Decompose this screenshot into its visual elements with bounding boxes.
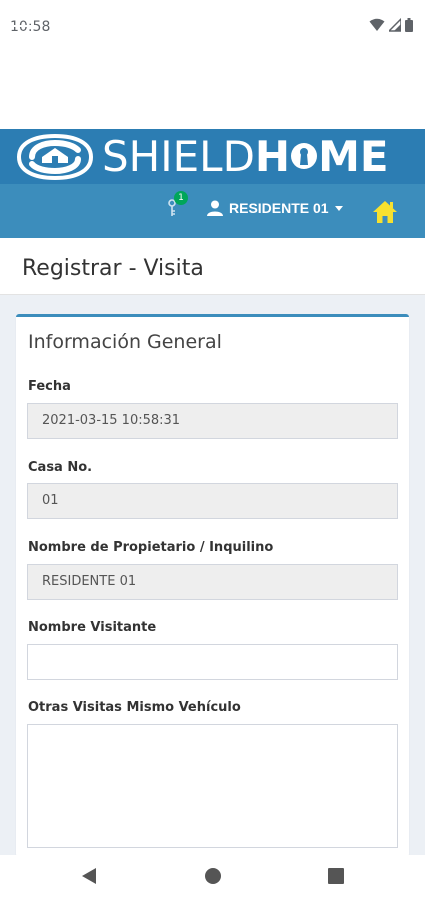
fecha-field: 2021-03-15 10:58:31 xyxy=(27,403,398,439)
home-circle-icon[interactable] xyxy=(204,866,222,886)
user-icon xyxy=(207,200,223,216)
visitante-field[interactable] xyxy=(27,644,398,680)
page-title: Registrar - Visita xyxy=(22,256,204,281)
battery-icon xyxy=(405,18,413,32)
page-header: Registrar - Visita xyxy=(0,238,425,295)
hamburger-icon[interactable] xyxy=(12,18,37,36)
status-bar: 10:58 xyxy=(0,0,425,56)
recents-icon[interactable] xyxy=(327,866,345,886)
keyhole-icon xyxy=(291,143,318,169)
wifi-icon xyxy=(369,18,385,31)
propietario-field: RESIDENTE 01 xyxy=(27,564,398,600)
propietario-label: Nombre de Propietario / Inquilino xyxy=(28,540,274,555)
otras-visitas-textarea[interactable] xyxy=(27,724,398,848)
fecha-label: Fecha xyxy=(28,379,71,394)
brand-logo-text: SHIELDH ME xyxy=(102,134,389,180)
shield-logo-icon xyxy=(16,133,94,181)
casa-field: 01 xyxy=(27,483,398,519)
signal-icon xyxy=(389,18,401,32)
visitante-label: Nombre Visitante xyxy=(28,620,157,635)
logo-text-bold: H xyxy=(254,132,291,181)
brand-bar: SHIELDH ME xyxy=(0,129,425,184)
status-icons xyxy=(369,18,413,32)
notification-badge: 1 xyxy=(174,191,188,205)
user-label: RESIDENTE 01 xyxy=(229,200,329,216)
casa-label: Casa No. xyxy=(28,460,93,475)
general-info-card: Información General Fecha 2021-03-15 10:… xyxy=(16,314,409,857)
logo-text-bold-end: ME xyxy=(318,132,389,181)
caret-down-icon xyxy=(334,205,343,211)
android-nav-bar xyxy=(0,855,425,900)
logo-text-light: SHIELD xyxy=(102,132,255,181)
card-title: Información General xyxy=(28,331,222,353)
home-icon[interactable] xyxy=(372,200,398,224)
user-menu[interactable]: RESIDENTE 01 xyxy=(207,200,343,216)
otras-visitas-label: Otras Visitas Mismo Vehículo xyxy=(28,700,241,715)
back-icon[interactable] xyxy=(80,866,98,886)
